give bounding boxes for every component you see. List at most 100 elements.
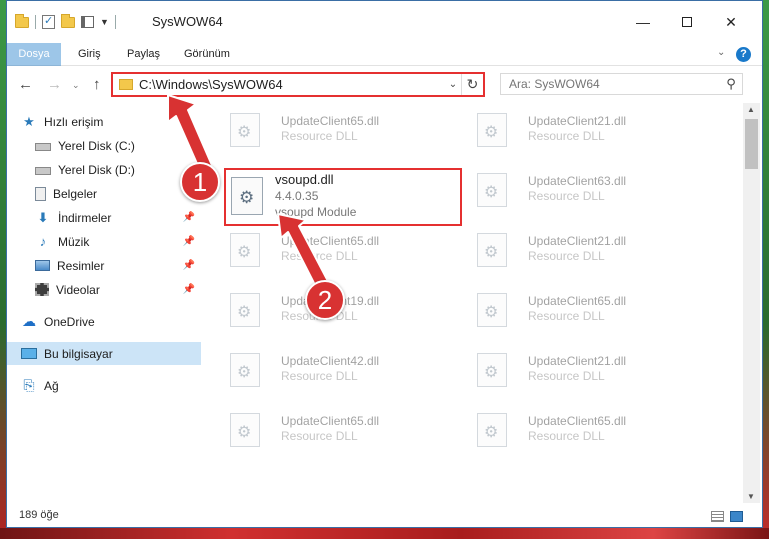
sidebar-item-label: Hızlı erişim [44, 114, 104, 129]
file-item[interactable]: UpdateClient65.dll Resource DLL [453, 287, 693, 327]
sidebar-item-label: Belgeler [53, 186, 98, 201]
file-type: Resource DLL [528, 429, 605, 443]
file-type: Resource DLL [281, 369, 358, 383]
pin-icon[interactable]: 📌 [183, 236, 195, 247]
sidebar-item-label: Ağ [44, 378, 59, 393]
navigation-pane: ★ Hızlı erişim Yerel Disk (C:) Yerel Dis… [7, 105, 205, 503]
sidebar-item-this-pc[interactable]: Bu bilgisayar [7, 342, 201, 365]
star-icon: ★ [23, 113, 35, 129]
up-arrow-icon[interactable]: ↑ [93, 76, 101, 93]
music-icon: ♪ [39, 234, 47, 249]
dll-file-icon [477, 173, 507, 207]
file-version: 4.4.0.35 [275, 189, 319, 203]
download-icon: ⬇ [37, 209, 49, 225]
file-item[interactable]: UpdateClient65.dll Resource DLL [206, 107, 446, 147]
item-count: 189 öğe [19, 509, 59, 521]
scroll-up-icon[interactable]: ▲ [747, 105, 755, 114]
file-name: UpdateClient63.dll [528, 174, 627, 188]
large-icons-view-icon[interactable] [730, 511, 743, 522]
dll-file-icon [477, 293, 507, 327]
address-bar[interactable]: C:\Windows\SysWOW64 ⌄ ↻ [111, 72, 485, 97]
tab-view[interactable]: Görünüm [184, 43, 230, 66]
sidebar-item-pictures[interactable]: Resimler 📌 [7, 254, 201, 277]
quick-access-toolbar: ▼ [15, 13, 116, 29]
file-name: UpdateClient65.dll [281, 414, 380, 428]
chevron-down-icon[interactable]: ▼ [100, 17, 109, 27]
refresh-icon[interactable]: ↻ [461, 74, 483, 95]
sidebar-item-label: Yerel Disk (D:) [58, 162, 135, 177]
step-badge-1: 1 [180, 162, 220, 202]
dll-file-icon [477, 113, 507, 147]
file-item[interactable]: UpdateClient21.dll Resource DLL [453, 347, 693, 387]
chevron-down-icon[interactable]: ⌄ [445, 79, 461, 90]
sidebar-item-local-disk-d[interactable]: Yerel Disk (D:) [7, 158, 201, 181]
file-item[interactable]: UpdateClient63.dll Resource DLL [453, 167, 693, 207]
file-type: Resource DLL [528, 369, 605, 383]
sidebar-item-label: Müzik [58, 234, 90, 249]
videos-icon [35, 283, 49, 296]
file-item[interactable]: UpdateClient65.dll Resource DLL [206, 407, 446, 447]
recent-locations-chevron-icon[interactable]: ⌄ [72, 80, 80, 91]
desktop-background-bottom [0, 528, 769, 539]
close-button[interactable]: ✕ [709, 7, 753, 37]
file-item[interactable]: UpdateClient21.dll Resource DLL [453, 107, 693, 147]
ribbon-tabs: Dosya Giriş Paylaş Görünüm ⌄ ? [7, 43, 762, 66]
dll-file-icon [230, 413, 260, 447]
back-arrow-icon[interactable]: ← [18, 76, 33, 93]
expand-ribbon-chevron-icon[interactable]: ⌄ [717, 47, 725, 58]
scrollbar-thumb[interactable] [745, 119, 758, 169]
pin-icon[interactable]: 📌 [183, 284, 195, 295]
folder-icon [119, 79, 133, 90]
file-item[interactable]: UpdateClient21.dll Resource DLL [453, 227, 693, 267]
details-view-icon[interactable] [711, 511, 724, 522]
search-box[interactable]: ⚲ [500, 73, 743, 95]
toolbar-separator [35, 15, 36, 29]
sidebar-item-label: OneDrive [44, 314, 95, 329]
file-type: Resource DLL [528, 249, 605, 263]
file-description: vsoupd Module [275, 205, 357, 219]
network-icon: ⎘ [23, 377, 35, 393]
scroll-down-icon[interactable]: ▼ [747, 492, 755, 501]
pin-icon[interactable]: 📌 [183, 260, 195, 271]
sidebar-item-quick-access[interactable]: ★ Hızlı erişim [7, 110, 201, 133]
file-type: Resource DLL [281, 429, 358, 443]
pictures-icon [35, 260, 50, 271]
vertical-scrollbar[interactable]: ▲ ▼ [743, 103, 760, 503]
customize-view-icon[interactable] [81, 16, 94, 28]
search-input[interactable] [501, 77, 720, 91]
file-item[interactable]: UpdateClient65.dll Resource DLL [206, 227, 446, 267]
dll-file-icon [477, 413, 507, 447]
file-type: Resource DLL [528, 309, 605, 323]
forward-arrow-icon[interactable]: → [47, 76, 62, 93]
tab-share[interactable]: Paylaş [127, 43, 160, 66]
sidebar-item-network[interactable]: ⎘ Ağ [7, 374, 201, 397]
search-icon[interactable]: ⚲ [720, 76, 742, 92]
properties-check-icon[interactable] [42, 14, 55, 29]
maximize-icon [682, 17, 692, 27]
sidebar-item-downloads[interactable]: ⬇ İndirmeler 📌 [7, 206, 201, 229]
sidebar-item-onedrive[interactable]: ☁ OneDrive [7, 310, 201, 333]
file-item[interactable]: UpdateClient65.dll Resource DLL [453, 407, 693, 447]
tab-home[interactable]: Giriş [78, 43, 101, 66]
computer-icon [21, 348, 37, 359]
sidebar-item-local-disk-c[interactable]: Yerel Disk (C:) [7, 134, 201, 157]
status-bar: 189 öğe [7, 503, 762, 527]
file-name: UpdateClient65.dll [281, 234, 380, 248]
sidebar-item-music[interactable]: ♪ Müzik 📌 [7, 230, 201, 253]
file-name: UpdateClient21.dll [528, 354, 627, 368]
highlighted-file-item[interactable]: vsoupd.dll 4.4.0.35 vsoupd Module [224, 168, 462, 226]
sidebar-item-documents[interactable]: Belgeler [7, 182, 201, 205]
address-path[interactable]: C:\Windows\SysWOW64 [139, 77, 445, 92]
minimize-button[interactable]: — [621, 7, 665, 37]
pin-icon[interactable]: 📌 [183, 212, 195, 223]
maximize-button[interactable] [665, 7, 709, 37]
drive-icon [35, 143, 51, 151]
new-folder-icon[interactable] [61, 13, 75, 28]
file-name: vsoupd.dll [275, 172, 334, 187]
file-item[interactable]: UpdateClient42.dll Resource DLL [206, 347, 446, 387]
tab-file[interactable]: Dosya [7, 43, 61, 66]
sidebar-item-videos[interactable]: Videolar 📌 [7, 278, 201, 301]
file-type: Resource DLL [281, 249, 358, 263]
dll-file-icon [477, 233, 507, 267]
help-icon[interactable]: ? [736, 47, 751, 62]
